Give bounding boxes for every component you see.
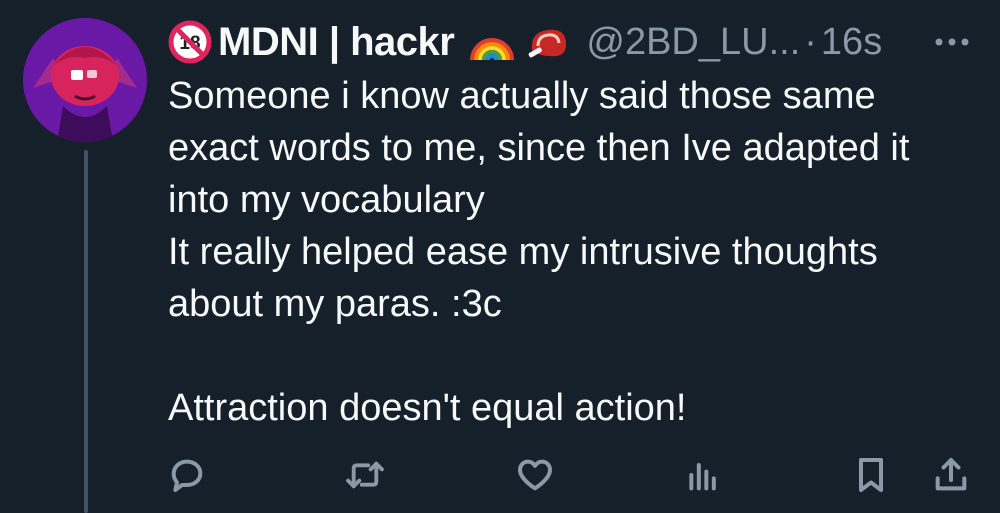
- tweet-text: Someone i know actually said those same …: [168, 70, 983, 434]
- retweet-button[interactable]: [340, 450, 390, 500]
- bookmark-button[interactable]: [846, 450, 896, 500]
- tweet-text-line: exact words to me, since then Ive adapte…: [168, 127, 910, 169]
- tweet-text-line: Someone i know actually said those same: [168, 75, 876, 117]
- views-icon: [689, 463, 716, 491]
- meat-icon: [529, 29, 567, 58]
- thread-line: [84, 150, 88, 513]
- more-options-button[interactable]: [930, 22, 974, 62]
- more-icon: [935, 38, 969, 46]
- avatar-image: [23, 18, 147, 142]
- like-button[interactable]: [510, 450, 560, 500]
- share-button[interactable]: [926, 450, 976, 500]
- tweet-text-line: Attraction doesn't equal action!: [168, 387, 687, 429]
- user-handle[interactable]: @2BD_LU...: [586, 21, 800, 64]
- tweet-text-line: into my vocabulary: [168, 179, 485, 221]
- tweet-text-blank-line: [168, 330, 983, 382]
- avatar[interactable]: [23, 18, 147, 142]
- display-name[interactable]: MDNI | hackr: [218, 20, 455, 65]
- bookmark-icon: [859, 458, 883, 492]
- share-icon: [935, 458, 967, 491]
- retweet-icon: [346, 461, 384, 489]
- views-button[interactable]: [678, 450, 728, 500]
- timestamp[interactable]: 16s: [821, 21, 882, 64]
- reply-button[interactable]: [162, 450, 212, 500]
- reply-icon: [171, 459, 203, 492]
- no-under-18-icon: 18: [168, 20, 212, 64]
- separator-dot: ·: [804, 20, 817, 63]
- action-bar: [160, 450, 980, 506]
- tweet-header: 18 MDNI | hackr @2BD_LU... · 16s: [168, 14, 978, 70]
- tweet-text-line: about my paras. :3c: [168, 283, 502, 325]
- rainbow-icon: [470, 38, 515, 61]
- like-icon: [518, 459, 552, 491]
- tweet-text-line: It really helped ease my intrusive thoug…: [168, 231, 878, 273]
